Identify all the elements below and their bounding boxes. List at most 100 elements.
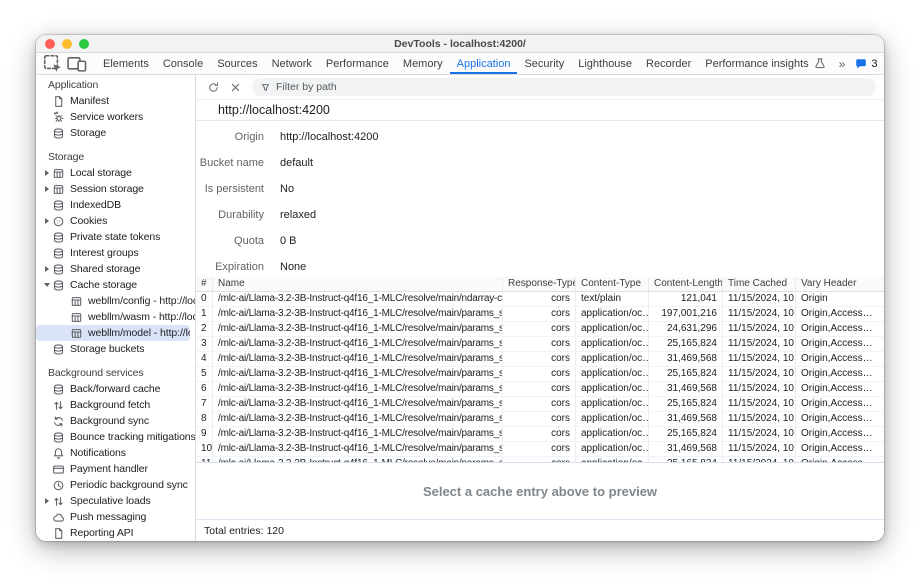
sidebar-item-speculative-loads[interactable]: Speculative loads — [36, 493, 195, 509]
tab-performance[interactable]: Performance — [319, 53, 396, 74]
sidebar-item-manifest[interactable]: Manifest — [36, 93, 195, 109]
table-row[interactable]: 7/mlc-ai/Llama-3.2-3B-Instruct-q4f16_1-M… — [196, 397, 884, 412]
sidebar-item-background-fetch[interactable]: Background fetch — [36, 397, 195, 413]
sidebar-item-bounce-tracking-mitigations[interactable]: Bounce tracking mitigations — [36, 429, 195, 445]
sidebar-item-session-storage[interactable]: Session storage — [36, 181, 195, 197]
zoom-window-button[interactable] — [79, 39, 89, 49]
console-messages-badge[interactable]: 3 — [850, 57, 881, 71]
sidebar-item-webllm-wasm-http-loca[interactable]: webllm/wasm - http://loca… — [36, 309, 195, 325]
sidebar-item-payment-handler[interactable]: Payment handler — [36, 461, 195, 477]
cell-vary-header: Origin,Access… — [796, 307, 884, 321]
sidebar-item-indexeddb[interactable]: IndexedDB — [36, 197, 195, 213]
tab-elements[interactable]: Elements — [96, 53, 156, 74]
detail-row-durability: Durabilityrelaxed — [196, 202, 884, 228]
chevron-right-icon[interactable] — [42, 186, 52, 192]
column-header-content-length[interactable]: Content-Length — [649, 277, 723, 291]
cell-content-type: application/oc… — [576, 367, 649, 381]
detail-label: Bucket name — [196, 157, 264, 169]
sidebar-item-back-forward-cache[interactable]: Back/forward cache — [36, 381, 195, 397]
table-row[interactable]: 4/mlc-ai/Llama-3.2-3B-Instruct-q4f16_1-M… — [196, 352, 884, 367]
service-worker-icon — [52, 111, 65, 124]
traffic-lights — [45, 39, 89, 49]
sidebar-item-cache-storage[interactable]: Cache storage — [36, 277, 195, 293]
sidebar-item-webllm-config-http-loc[interactable]: webllm/config - http://loc… — [36, 293, 195, 309]
cell-index: 7 — [196, 397, 213, 411]
tab-memory[interactable]: Memory — [396, 53, 450, 74]
column-header-vary-header[interactable]: Vary Header — [796, 277, 884, 291]
chevron-right-icon[interactable] — [42, 498, 52, 504]
cell-name: /mlc-ai/Llama-3.2-3B-Instruct-q4f16_1-ML… — [213, 442, 503, 456]
sidebar-item-label: Storage buckets — [70, 343, 144, 355]
tab-performance-insights[interactable]: Performance insights — [698, 53, 833, 74]
cell-response-type: cors — [503, 412, 576, 426]
table-row[interactable]: 3/mlc-ai/Llama-3.2-3B-Instruct-q4f16_1-M… — [196, 337, 884, 352]
table-header-row: #NameResponse-TypeContent-TypeContent-Le… — [196, 277, 884, 292]
tab-sources[interactable]: Sources — [210, 53, 264, 74]
table-row[interactable]: 1/mlc-ai/Llama-3.2-3B-Instruct-q4f16_1-M… — [196, 307, 884, 322]
cell-content-length: 121,041 — [649, 292, 723, 306]
tab-network[interactable]: Network — [265, 53, 319, 74]
sidebar-item-service-workers[interactable]: Service workers — [36, 109, 195, 125]
sidebar-item-storage-buckets[interactable]: Storage buckets — [36, 341, 195, 357]
detail-value: No — [280, 183, 294, 195]
tab-application[interactable]: Application — [450, 53, 518, 74]
sidebar-item-shared-storage[interactable]: Shared storage — [36, 261, 195, 277]
column-header-name[interactable]: Name — [213, 277, 503, 291]
table-row[interactable]: 10/mlc-ai/Llama-3.2-3B-Instruct-q4f16_1-… — [196, 442, 884, 457]
sidebar-item-label: Interest groups — [70, 247, 139, 259]
tab-console[interactable]: Console — [156, 53, 210, 74]
cell-name: /mlc-ai/Llama-3.2-3B-Instruct-q4f16_1-ML… — [213, 382, 503, 396]
sidebar-item-cookies[interactable]: Cookies — [36, 213, 195, 229]
sidebar-item-label: Speculative loads — [70, 495, 151, 507]
sidebar-item-label: Back/forward cache — [70, 383, 160, 395]
desktop-background: DevTools - localhost:4200/ ElementsConso… — [0, 0, 920, 580]
title-bar[interactable]: DevTools - localhost:4200/ — [36, 35, 884, 53]
cell-time-cached: 11/15/2024, 10… — [723, 412, 796, 426]
table-row[interactable]: 0/mlc-ai/Llama-3.2-3B-Instruct-q4f16_1-M… — [196, 292, 884, 307]
column-header-time-cached[interactable]: Time Cached — [723, 277, 796, 291]
table-row[interactable]: 8/mlc-ai/Llama-3.2-3B-Instruct-q4f16_1-M… — [196, 412, 884, 427]
tab-security[interactable]: Security — [517, 53, 571, 74]
chevron-right-icon[interactable] — [42, 170, 52, 176]
chevron-right-icon[interactable] — [42, 218, 52, 224]
sidebar-item-notifications[interactable]: Notifications — [36, 445, 195, 461]
tab-label: Application — [457, 58, 511, 70]
inspect-icon[interactable] — [42, 55, 64, 73]
sidebar-item-storage[interactable]: Storage — [36, 125, 195, 141]
column-header-response-type[interactable]: Response-Type — [503, 277, 576, 291]
sidebar-item-webllm-model-http-loc[interactable]: webllm/model - http://loc… — [36, 325, 190, 341]
sidebar-item-background-sync[interactable]: Background sync — [36, 413, 195, 429]
table-row[interactable]: 5/mlc-ai/Llama-3.2-3B-Instruct-q4f16_1-M… — [196, 367, 884, 382]
sidebar-item-push-messaging[interactable]: Push messaging — [36, 509, 195, 525]
sidebar-item-periodic-background-sync[interactable]: Periodic background sync — [36, 477, 195, 493]
origin-heading: http://localhost:4200 — [196, 100, 884, 121]
sidebar-item-reporting-api[interactable]: Reporting API — [36, 525, 195, 541]
sidebar-item-label: webllm/config - http://loc… — [88, 295, 195, 307]
minimize-window-button[interactable] — [62, 39, 72, 49]
filter-input[interactable] — [276, 81, 868, 93]
chevron-right-icon[interactable] — [42, 266, 52, 272]
sidebar-item-private-state-tokens[interactable]: Private state tokens — [36, 229, 195, 245]
table-icon — [70, 311, 83, 324]
tab-lighthouse[interactable]: Lighthouse — [571, 53, 639, 74]
sidebar-item-interest-groups[interactable]: Interest groups — [36, 245, 195, 261]
column-header-content-type[interactable]: Content-Type — [576, 277, 649, 291]
close-window-button[interactable] — [45, 39, 55, 49]
cell-name: /mlc-ai/Llama-3.2-3B-Instruct-q4f16_1-ML… — [213, 322, 503, 336]
refresh-icon[interactable] — [202, 77, 224, 97]
table-row[interactable]: 6/mlc-ai/Llama-3.2-3B-Instruct-q4f16_1-M… — [196, 382, 884, 397]
chevron-down-icon[interactable] — [42, 283, 52, 287]
table-row[interactable]: 2/mlc-ai/Llama-3.2-3B-Instruct-q4f16_1-M… — [196, 322, 884, 337]
sidebar-item-local-storage[interactable]: Local storage — [36, 165, 195, 181]
detail-label: Origin — [196, 131, 264, 143]
device-toolbar-icon[interactable] — [66, 55, 88, 73]
more-tabs-icon[interactable]: » — [834, 57, 851, 71]
cell-name: /mlc-ai/Llama-3.2-3B-Instruct-q4f16_1-ML… — [213, 352, 503, 366]
tab-recorder[interactable]: Recorder — [639, 53, 698, 74]
table-row[interactable]: 9/mlc-ai/Llama-3.2-3B-Instruct-q4f16_1-M… — [196, 427, 884, 442]
filter-box — [252, 78, 876, 96]
database-icon — [52, 199, 65, 212]
column-header-index[interactable]: # — [196, 277, 213, 291]
delete-icon[interactable] — [224, 77, 246, 97]
cell-name: /mlc-ai/Llama-3.2-3B-Instruct-q4f16_1-ML… — [213, 337, 503, 351]
